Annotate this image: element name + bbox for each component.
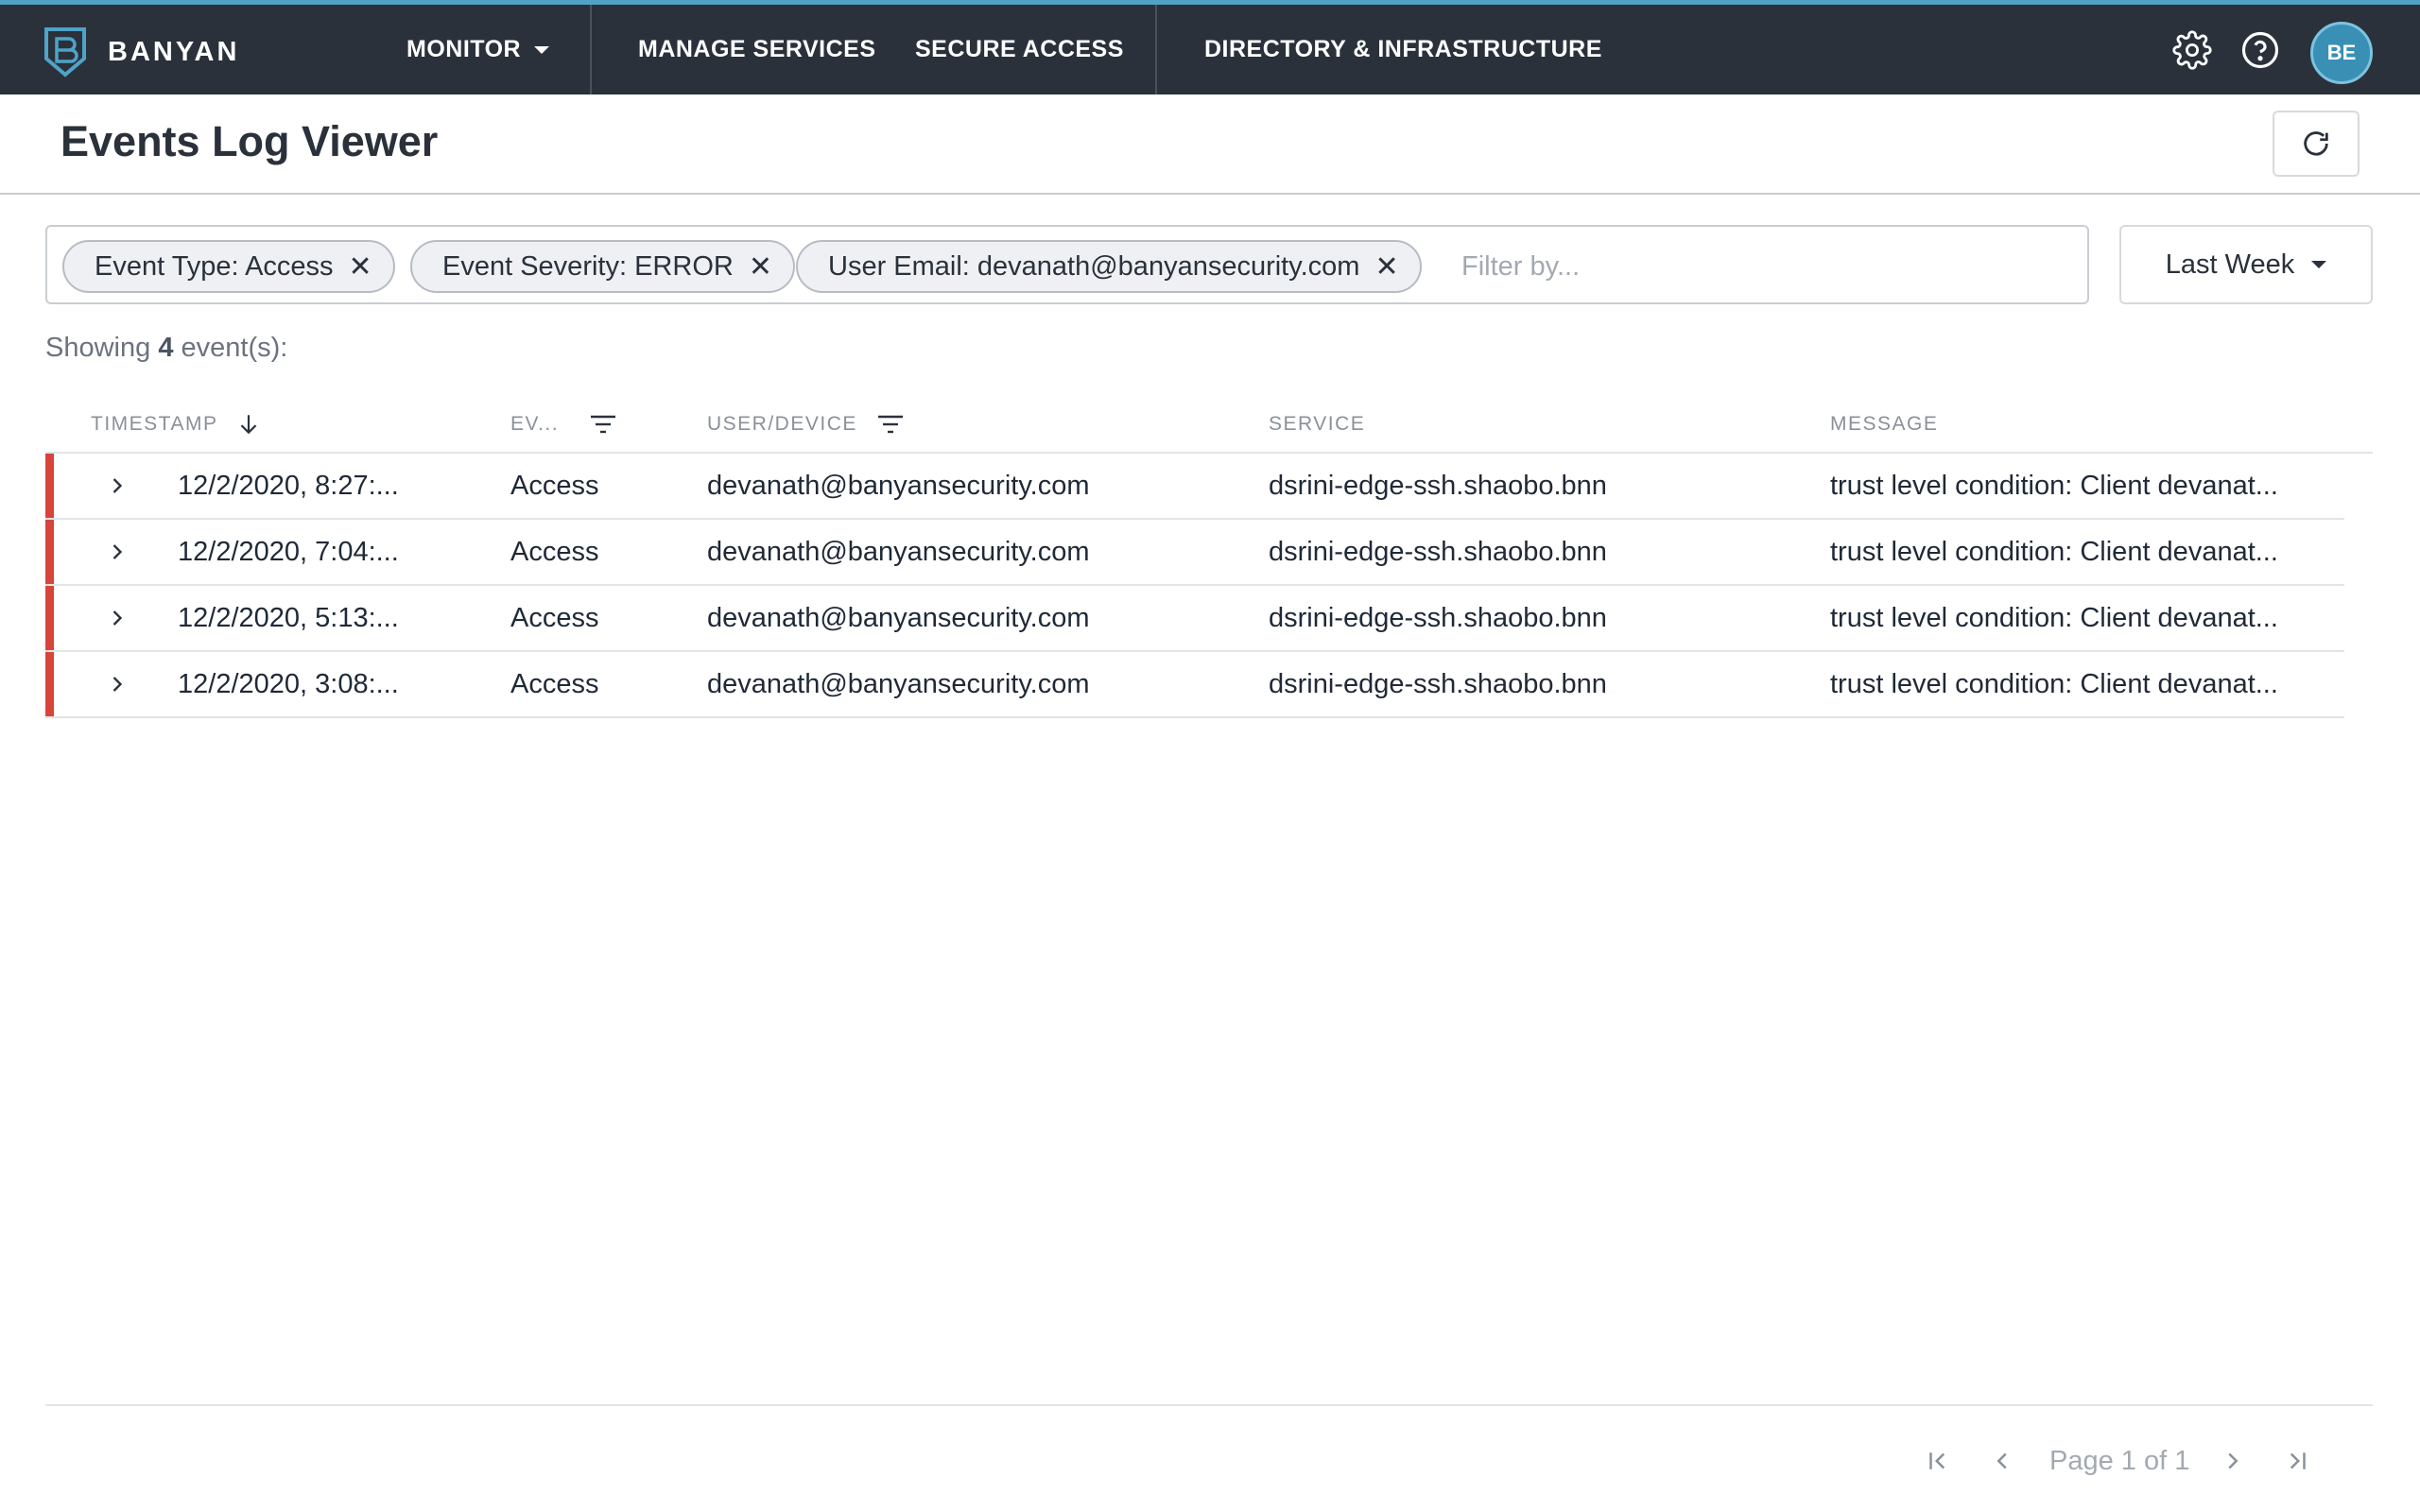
first-page-icon[interactable] <box>1919 1442 1957 1480</box>
prev-page-icon[interactable] <box>1983 1442 2021 1480</box>
filter-chip-event-type[interactable]: Event Type: Access ✕ <box>62 240 395 293</box>
nav-monitor-label: MONITOR <box>406 36 522 62</box>
help-circle-icon[interactable] <box>2240 30 2280 70</box>
cell-message: trust level condition: Client devanat... <box>1830 602 2278 633</box>
nav-divider <box>590 5 592 94</box>
column-header-label: SERVICE <box>1269 413 1366 435</box>
cell-user: devanath@banyansecurity.com <box>707 668 1090 699</box>
chevron-right-icon[interactable] <box>104 671 130 697</box>
column-header-timestamp[interactable]: TIMESTAMP <box>91 410 261 438</box>
column-header-message: MESSAGE <box>1830 410 1938 438</box>
column-header-label: USER/DEVICE <box>707 413 857 435</box>
chevron-right-icon[interactable] <box>104 472 130 499</box>
time-range-select[interactable]: Last Week <box>2119 225 2373 304</box>
events-count: 4 <box>158 333 174 363</box>
cell-timestamp: 12/2/2020, 8:27:... <box>178 470 399 501</box>
cell-message: trust level condition: Client devanat... <box>1830 470 2278 501</box>
header-divider <box>0 193 2420 195</box>
column-header-label: EV... <box>510 413 560 435</box>
cell-timestamp: 12/2/2020, 3:08:... <box>178 668 399 699</box>
footer-divider <box>45 1404 2373 1406</box>
nav-manage-services[interactable]: MANAGE SERVICES <box>638 5 876 94</box>
page-title: Events Log Viewer <box>60 117 439 165</box>
gear-icon[interactable] <box>2172 30 2212 70</box>
time-range-label: Last Week <box>2165 249 2295 280</box>
user-avatar[interactable]: BE <box>2310 22 2373 84</box>
cell-service: dsrini-edge-ssh.shaobo.bnn <box>1269 470 1607 501</box>
caret-down-icon <box>534 45 550 54</box>
chevron-right-icon[interactable] <box>104 605 130 631</box>
banyan-shield-icon <box>44 27 86 77</box>
nav-directory-infrastructure[interactable]: DIRECTORY & INFRASTRUCTURE <box>1204 5 1602 94</box>
cell-service: dsrini-edge-ssh.shaobo.bnn <box>1269 536 1607 567</box>
avatar-initials: BE <box>2326 41 2357 64</box>
cell-message: trust level condition: Client devanat... <box>1830 536 2278 567</box>
filter-chip-event-severity[interactable]: Event Severity: ERROR ✕ <box>410 240 795 293</box>
nav-divider <box>1155 5 1157 94</box>
column-header-user-device[interactable]: USER/DEVICE <box>707 410 905 438</box>
summary-prefix: Showing <box>45 333 159 363</box>
column-header-label: TIMESTAMP <box>91 413 218 435</box>
caret-down-icon <box>2311 261 2327 268</box>
filter-bar[interactable]: Event Type: Access ✕ Event Severity: ERR… <box>45 225 2089 304</box>
table-row[interactable]: 12/2/2020, 5:13:... Access devanath@bany… <box>45 586 2344 652</box>
column-header-label: MESSAGE <box>1830 413 1939 435</box>
cell-service: dsrini-edge-ssh.shaobo.bnn <box>1269 668 1607 699</box>
cell-user: devanath@banyansecurity.com <box>707 536 1090 567</box>
arrow-down-icon[interactable] <box>236 411 261 438</box>
cell-timestamp: 12/2/2020, 5:13:... <box>178 602 399 633</box>
filter-icon[interactable] <box>876 413 905 436</box>
refresh-icon <box>2304 131 2328 156</box>
severity-indicator <box>45 652 54 716</box>
cell-event: Access <box>510 668 599 699</box>
next-page-icon[interactable] <box>2214 1442 2252 1480</box>
cell-event: Access <box>510 602 599 633</box>
close-icon[interactable]: ✕ <box>749 250 772 284</box>
cell-user: devanath@banyansecurity.com <box>707 470 1090 501</box>
severity-indicator <box>45 586 54 650</box>
cell-event: Access <box>510 536 599 567</box>
refresh-button[interactable] <box>2273 111 2360 177</box>
filter-chip-label: Event Type: Access <box>95 250 334 282</box>
brand-name: BANYAN <box>108 36 240 67</box>
nav-manage-services-label: MANAGE SERVICES <box>638 36 876 62</box>
table-row[interactable]: 12/2/2020, 8:27:... Access devanath@bany… <box>45 454 2344 520</box>
nav-secure-access[interactable]: SECURE ACCESS <box>915 5 1124 94</box>
chevron-right-icon[interactable] <box>104 539 130 565</box>
column-header-service: SERVICE <box>1269 410 1365 438</box>
filter-icon[interactable] <box>589 413 617 436</box>
column-header-event[interactable]: EV... <box>510 410 617 438</box>
table-row[interactable]: 12/2/2020, 7:04:... Access devanath@bany… <box>45 520 2344 586</box>
cell-event: Access <box>510 470 599 501</box>
filter-chip-label: Event Severity: ERROR <box>442 250 734 282</box>
cell-message: trust level condition: Client devanat... <box>1830 668 2278 699</box>
cell-service: dsrini-edge-ssh.shaobo.bnn <box>1269 602 1607 633</box>
severity-indicator <box>45 454 54 518</box>
filter-input[interactable] <box>1461 244 2029 289</box>
close-icon[interactable]: ✕ <box>349 250 372 284</box>
filter-chip-label: User Email: devanath@banyansecurity.com <box>828 250 1360 282</box>
close-icon[interactable]: ✕ <box>1374 250 1398 284</box>
events-count-summary: Showing 4 event(s): <box>45 333 287 364</box>
summary-suffix: event(s): <box>173 333 288 363</box>
table-row[interactable]: 12/2/2020, 3:08:... Access devanath@bany… <box>45 652 2344 718</box>
last-page-icon[interactable] <box>2278 1442 2316 1480</box>
nav-secure-access-label: SECURE ACCESS <box>915 36 1124 62</box>
top-nav-bar: BANYAN MONITOR MANAGE SERVICES SECURE AC… <box>0 0 2420 94</box>
nav-monitor[interactable]: MONITOR <box>406 5 550 94</box>
filter-chip-user-email[interactable]: User Email: devanath@banyansecurity.com … <box>796 240 1422 293</box>
severity-indicator <box>45 520 54 584</box>
page-indicator: Page 1 of 1 <box>2049 1445 2190 1476</box>
cell-timestamp: 12/2/2020, 7:04:... <box>178 536 399 567</box>
nav-directory-infrastructure-label: DIRECTORY & INFRASTRUCTURE <box>1204 36 1602 62</box>
cell-user: devanath@banyansecurity.com <box>707 602 1090 633</box>
brand-logo[interactable]: BANYAN <box>43 26 239 78</box>
